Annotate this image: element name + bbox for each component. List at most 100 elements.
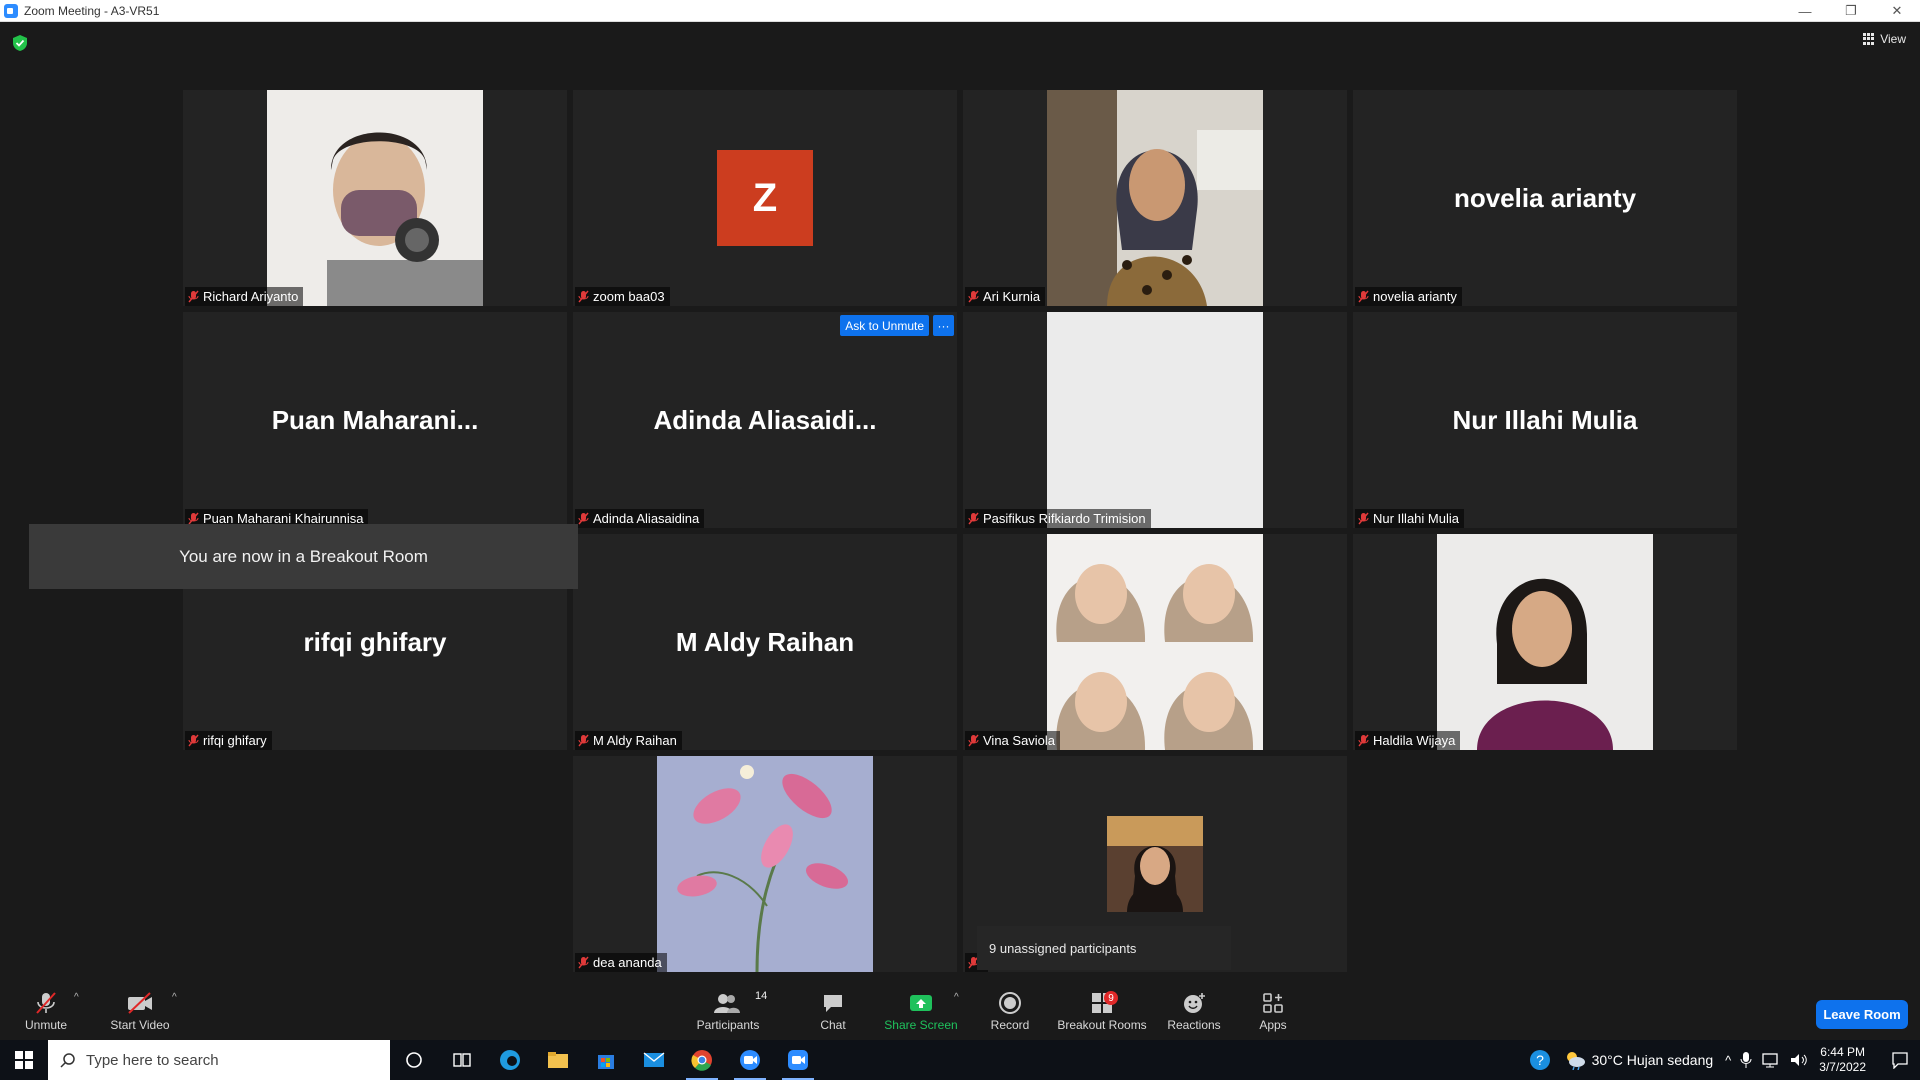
taskbar-search-box[interactable]: Type here to search <box>48 1040 390 1080</box>
participant-name: zoom baa03 <box>593 289 665 304</box>
microphone-tray-icon[interactable] <box>1739 1051 1753 1069</box>
participant-name: Ari Kurnia <box>983 289 1041 304</box>
participant-name: dea ananda <box>593 955 662 970</box>
participant-name: Pasifikus Rifkiardo Trimision <box>983 511 1146 526</box>
breakout-rooms-icon: 9 <box>1090 990 1118 1016</box>
muted-mic-icon <box>578 512 589 525</box>
participant-name-label: zoom baa03 <box>575 287 670 306</box>
participant-display-name: M Aldy Raihan <box>675 626 855 657</box>
participant-name: rifqi ghifary <box>203 733 267 748</box>
breakout-rooms-button[interactable]: 9 Breakout Rooms <box>1056 978 1148 1040</box>
video-tile[interactable]: Z zoom baa03 <box>573 90 957 306</box>
muted-mic-icon <box>578 956 589 969</box>
muted-mic-icon <box>968 734 979 747</box>
windows-start-icon[interactable] <box>0 1040 48 1080</box>
close-button[interactable]: ✕ <box>1874 0 1920 22</box>
start-video-label: Start Video <box>110 1018 170 1032</box>
participants-label: Participants <box>696 1018 760 1032</box>
participant-name-label: Vina Saviola <box>965 731 1061 750</box>
muted-mic-icon <box>578 290 589 303</box>
muted-mic-icon <box>1358 290 1369 303</box>
mail-icon[interactable] <box>630 1040 678 1080</box>
gallery-grid-icon <box>1863 33 1875 45</box>
svg-text:?: ? <box>1536 1052 1544 1068</box>
muted-mic-icon <box>968 290 979 303</box>
chrome-icon[interactable] <box>678 1040 726 1080</box>
participant-name: Nur Illahi Mulia <box>1373 511 1459 526</box>
video-tile[interactable]: dea ananda <box>573 756 957 972</box>
edge-browser-icon[interactable] <box>486 1040 534 1080</box>
apps-button[interactable]: Apps <box>1250 978 1296 1040</box>
restore-button[interactable]: ❐ <box>1828 0 1874 22</box>
video-tile[interactable]: M Aldy Raihan M Aldy Raihan <box>573 534 957 750</box>
record-button[interactable]: Record <box>985 978 1035 1040</box>
participant-name: Adinda Aliasaidina <box>593 511 700 526</box>
microsoft-store-icon[interactable] <box>582 1040 630 1080</box>
clock-date: 3/7/2022 <box>1819 1060 1866 1074</box>
cortana-icon[interactable] <box>390 1040 438 1080</box>
chat-label: Chat <box>820 1018 846 1032</box>
share-screen-button[interactable]: Share Screen <box>880 978 962 1040</box>
more-options-button[interactable]: ··· <box>933 315 954 336</box>
encryption-shield-icon[interactable] <box>12 34 28 52</box>
chat-bubble-icon <box>821 990 845 1016</box>
participant-video <box>1047 312 1263 528</box>
window-title: Zoom Meeting - A3-VR51 <box>24 3 160 18</box>
weather-widget[interactable]: 30°C Hujan sedang <box>1564 1050 1713 1070</box>
zoom-taskbar-icon[interactable] <box>726 1040 774 1080</box>
participant-name: Richard Ariyanto <box>203 289 299 304</box>
reactions-label: Reactions <box>1167 1018 1221 1032</box>
minimize-button[interactable]: — <box>1782 0 1828 22</box>
tray-overflow-chevron-icon[interactable]: ^ <box>1725 1053 1731 1068</box>
unmute-button[interactable]: Unmute <box>18 978 74 1040</box>
share-options-caret-icon[interactable]: ^ <box>954 992 959 1003</box>
search-placeholder: Type here to search <box>86 1051 219 1069</box>
audio-options-caret-icon[interactable]: ^ <box>74 992 79 1003</box>
video-options-caret-icon[interactable]: ^ <box>172 992 177 1003</box>
notifications-icon[interactable] <box>1880 1040 1920 1080</box>
participant-name-label: rifqi ghifary <box>185 731 272 750</box>
participant-display-name: Adinda Aliasaidi... <box>653 404 877 435</box>
video-tile[interactable]: Ari Kurnia <box>963 90 1347 306</box>
network-icon[interactable] <box>1761 1051 1781 1069</box>
participants-button[interactable]: 14 Participants <box>692 978 768 1040</box>
video-tile[interactable]: Haldila Wijaya <box>1353 534 1737 750</box>
chat-button[interactable]: Chat <box>808 978 858 1040</box>
video-tile[interactable]: Adinda Aliasaidi... Ask to Unmute ··· Ad… <box>573 312 957 528</box>
share-screen-icon <box>908 990 934 1016</box>
participant-video <box>267 90 483 306</box>
help-icon[interactable]: ? <box>1516 1040 1564 1080</box>
video-tile[interactable]: novelia arianty novelia arianty <box>1353 90 1737 306</box>
reactions-button[interactable]: Reactions <box>1160 978 1228 1040</box>
participant-name: Vina Saviola <box>983 733 1056 748</box>
meeting-area: View Richard Ariyanto Z zoom baa03 Ari K… <box>0 22 1920 978</box>
ask-to-unmute-button[interactable]: Ask to Unmute <box>840 315 929 336</box>
view-button[interactable]: View <box>1863 32 1906 46</box>
video-tile[interactable]: Vina Saviola <box>963 534 1347 750</box>
muted-mic-icon <box>34 990 58 1016</box>
leave-room-button[interactable]: Leave Room <box>1816 1000 1908 1029</box>
muted-mic-icon <box>578 734 589 747</box>
unassigned-participants-tooltip: 9 unassigned participants <box>977 926 1231 970</box>
video-tile[interactable]: Pasifikus Rifkiardo Trimision <box>963 312 1347 528</box>
participant-avatar-photo <box>1107 816 1203 912</box>
start-video-button[interactable]: Start Video <box>104 978 176 1040</box>
zoom-app: Zoom Meeting - A3-VR51 — ❐ ✕ View Richar… <box>0 0 1920 1080</box>
video-tile[interactable]: Nur Illahi Mulia Nur Illahi Mulia <box>1353 312 1737 528</box>
video-tile[interactable]: Puan Maharani... Puan Maharani Khairunni… <box>183 312 567 528</box>
taskbar-clock[interactable]: 6:44 PM 3/7/2022 <box>1819 1045 1866 1075</box>
participant-name-label: Haldila Wijaya <box>1355 731 1461 750</box>
task-view-icon[interactable] <box>438 1040 486 1080</box>
participant-video <box>1437 534 1653 750</box>
video-tile[interactable]: Richard Ariyanto <box>183 90 567 306</box>
volume-icon[interactable] <box>1789 1051 1809 1069</box>
apps-icon <box>1261 990 1285 1016</box>
participant-name-label: novelia arianty <box>1355 287 1462 306</box>
participant-display-name: novelia arianty <box>1453 182 1637 213</box>
file-explorer-icon[interactable] <box>534 1040 582 1080</box>
video-off-icon <box>126 990 154 1016</box>
reactions-smiley-icon <box>1181 990 1207 1016</box>
participant-name-label: dea ananda <box>575 953 667 972</box>
clock-time: 6:44 PM <box>1820 1045 1865 1059</box>
zoom-meeting-taskbar-icon[interactable] <box>774 1040 822 1080</box>
